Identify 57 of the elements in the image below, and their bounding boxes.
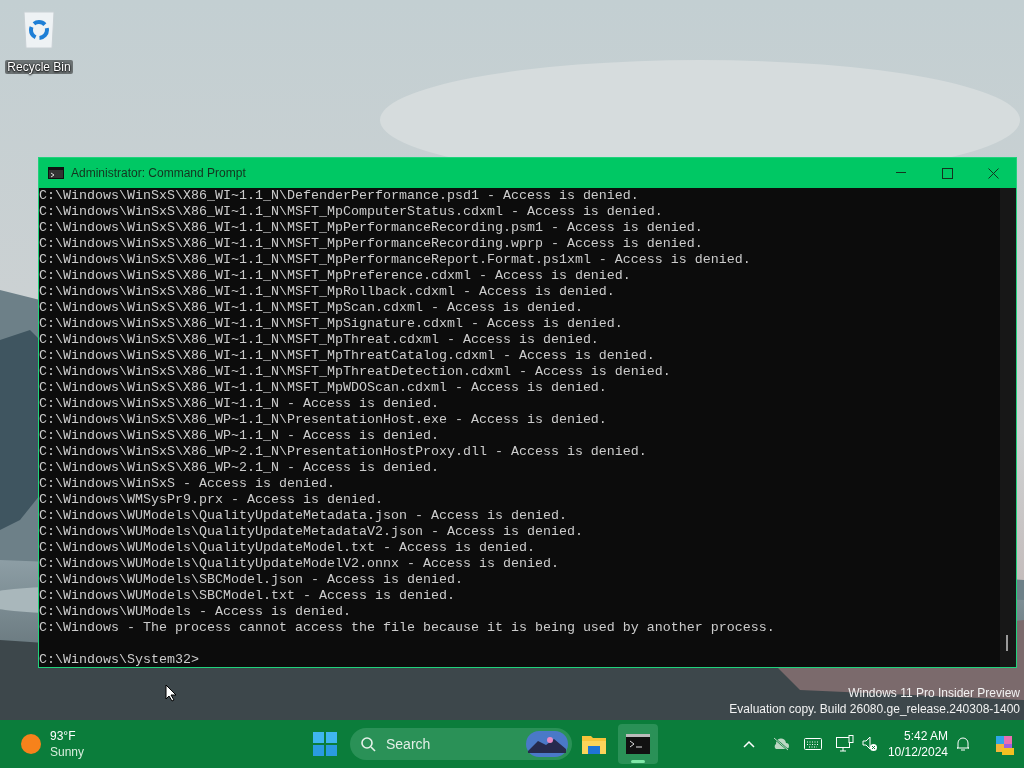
console-line: C:\Windows\WinSxS - Access is denied. <box>39 476 335 492</box>
console-line: C:\Windows\WinSxS\X86_WI~1.1_N - Access is denied. <box>39 396 439 412</box>
temperature[interactable]: 93°F <box>50 728 85 744</box>
search-icon <box>360 736 376 752</box>
folder-icon <box>582 734 606 754</box>
console-line: C:\Windows\WinSxS\X86_WI~1.1_N\MSFT_MpPerformanceRecording.wprp - Access is denied. <box>39 236 703 252</box>
clock[interactable]: 5:42 AM 10/12/2024 <box>887 728 948 760</box>
console-line: C:\Windows\WinSxS\X86_WP~2.1_N - Access is denied. <box>39 460 439 476</box>
recycle-bin-icon[interactable] <box>22 10 56 50</box>
maximize-icon <box>941 167 953 179</box>
console-line: C:\Windows\WinSxS\X86_WI~1.1_N\DefenderPerformance.psd1 - Access is denied. <box>39 188 639 204</box>
console-line: C:\Windows - The process cannot access the file because it is being used by another process. <box>39 620 775 636</box>
console-line: C:\Windows\WinSxS\X86_WI~1.1_N\MSFT_MpRollback.cdxml - Access is denied. <box>39 284 615 300</box>
scrollbar[interactable] <box>1000 188 1016 667</box>
taskbar-app-button[interactable] <box>618 724 658 764</box>
console-line: C:\Windows\WinSxS\X86_WI~1.1_N\MSFT_MpSignature.cdxml - Access is denied. <box>39 316 623 332</box>
bell-icon[interactable] <box>956 736 970 752</box>
console-line: C:\Windows\WinSxS\X86_WI~1.1_N\MSFT_MpWDOScan.cdxml - Access is denied. <box>39 380 607 396</box>
mouse-cursor-icon <box>165 684 177 702</box>
sun-icon <box>20 733 42 755</box>
console-line: C:\Windows\WinSxS\X86_WI~1.1_N\MSFT_MpPerformanceReport.Format.ps1xml - Access is denied. <box>39 252 751 268</box>
console-line: C:\Windows\WinSxS\X86_WI~1.1_N\MSFT_MpThreat.cdxml - Access is denied. <box>39 332 599 348</box>
window-title: Administrator: Command Prompt <box>71 165 246 182</box>
search-box[interactable]: Search <box>350 728 572 760</box>
chevron-up-icon[interactable] <box>742 740 755 748</box>
console-line: C:\Windows\WUModels\QualityUpdateModelV2.onnx - Access is denied. <box>39 556 559 572</box>
console-line: C:\Windows\WinSxS\X86_WI~1.1_N\MSFT_MpThreatCatalog.cdxml - Access is denied. <box>39 348 655 364</box>
console-line: C:\Windows\WinSxS\X86_WI~1.1_N\MSFT_MpComputerStatus.cdxml - Access is denied. <box>39 204 663 220</box>
windows-logo-icon <box>313 732 337 756</box>
console-line: C:\Windows\WinSxS\X86_WI~1.1_N\MSFT_MpThreatDetection.cdxml - Access is denied. <box>39 364 671 380</box>
terminal-icon <box>626 734 650 754</box>
console-line: C:\Windows\WUModels\SBCModel.json - Access is denied. <box>39 572 463 588</box>
mountain-night-icon <box>526 731 568 757</box>
console-line: C:\Windows\WUModels\QualityUpdateMetadataV2.json - Access is denied. <box>39 524 583 540</box>
console-line: C:\Windows\WinSxS\X86_WI~1.1_N\MSFT_MpPreference.cdxml - Access is denied. <box>39 268 631 284</box>
cloud-off-icon[interactable] <box>771 737 790 751</box>
console-line: C:\Windows\WMSysPr9.prx - Access is denied. <box>39 492 383 508</box>
watermark-text: Evaluation copy. Build 26080.ge_release.240308-1400 <box>729 701 1020 717</box>
console-line: C:\Windows\WinSxS\X86_WI~1.1_N\MSFT_MpScan.cdxml - Access is denied. <box>39 300 583 316</box>
console-line: C:\Windows\WUModels - Access is denied. <box>39 604 351 620</box>
minimize-icon <box>896 172 906 174</box>
console-line: C:\Windows\WUModels\QualityUpdateModel.txt - Access is denied. <box>39 540 535 556</box>
desktop-icon-label[interactable]: Recycle Bin <box>5 60 73 74</box>
console-line: C:\Windows\WUModels\SBCModel.txt - Access is denied. <box>39 588 455 604</box>
command-prompt-line[interactable]: C:\Windows\System32> <box>39 652 199 668</box>
console-line: C:\Windows\WinSxS\X86_WP~1.1_N\PresentationHost.exe - Access is denied. <box>39 412 607 428</box>
console-line: C:\Windows\WinSxS\X86_WI~1.1_N\MSFT_MpPerformanceRecording.psm1 - Access is denied. <box>39 220 703 236</box>
close-icon <box>987 167 999 179</box>
network-icon[interactable] <box>835 735 854 753</box>
console-line: C:\Windows\WinSxS\X86_WP~2.1_N\PresentationHostProxy.dll - Access is denied. <box>39 444 647 460</box>
keyboard-icon[interactable] <box>803 738 822 750</box>
weather-condition[interactable]: Sunny <box>50 744 85 760</box>
console-line: C:\Windows\WinSxS\X86_WP~1.1_N - Access is denied. <box>39 428 439 444</box>
console-line: C:\Windows\WUModels\QualityUpdateMetadata.json - Access is denied. <box>39 508 567 524</box>
watermark-text: Windows 11 Pro Insider Preview <box>848 685 1020 701</box>
console-icon <box>48 167 64 179</box>
speaker-muted-icon[interactable] <box>861 736 878 752</box>
